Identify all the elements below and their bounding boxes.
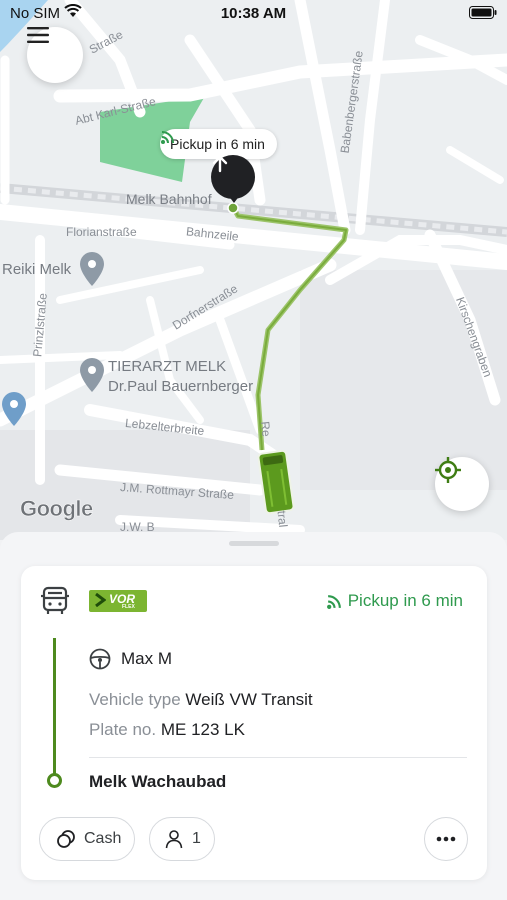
google-logo: Google bbox=[20, 496, 94, 522]
driver-name: Max M bbox=[121, 649, 172, 668]
place-label-reiki: Reiki Melk bbox=[2, 261, 72, 278]
battery-icon bbox=[469, 6, 497, 19]
plate-label: Plate no. bbox=[89, 720, 157, 739]
street-label: Florianstraße bbox=[66, 225, 137, 239]
status-time: 10:38 AM bbox=[220, 5, 287, 22]
place-label-tierarzt: TIERARZT MELK bbox=[108, 358, 227, 375]
locate-me-button[interactable] bbox=[435, 457, 489, 511]
vehicle-type-value: Weiß VW Transit bbox=[185, 690, 313, 709]
vehicle-type-row: Vehicle type Weiß VW Transit bbox=[89, 690, 313, 710]
pickup-eta: Pickup in 6 min bbox=[326, 591, 463, 611]
vehicle-type-label: Vehicle type bbox=[89, 690, 181, 709]
map-pickup-eta-label: Pickup in 6 min bbox=[170, 136, 265, 152]
hamburger-icon bbox=[27, 27, 49, 43]
live-signal-icon bbox=[326, 594, 341, 609]
divider bbox=[89, 757, 467, 758]
pickup-pin-tip bbox=[228, 195, 240, 203]
payment-method-label: Cash bbox=[84, 830, 122, 847]
sheet-drag-handle[interactable] bbox=[229, 541, 279, 546]
destination-label: Melk Wachaubad bbox=[89, 772, 227, 791]
place-label-tierarzt-name: Dr.Paul Bauernberger bbox=[108, 378, 254, 395]
arrow-up-icon bbox=[212, 155, 228, 173]
passenger-count-button[interactable]: 1 bbox=[149, 817, 215, 861]
plate-row: Plate no. ME 123 LK bbox=[89, 720, 245, 740]
street-label: Re bbox=[257, 420, 274, 438]
plate-value: ME 123 LK bbox=[160, 720, 245, 739]
map-canvas bbox=[0, 0, 507, 540]
ride-card: VOR FLEX Pickup in 6 min Max M Vehicle t… bbox=[21, 566, 487, 880]
crosshair-icon bbox=[435, 457, 461, 483]
payment-method-button[interactable]: Cash bbox=[39, 817, 135, 861]
person-icon bbox=[165, 830, 183, 849]
operator-logo: VOR FLEX bbox=[89, 590, 147, 612]
passenger-count: 1 bbox=[192, 830, 201, 847]
more-options-button[interactable] bbox=[424, 817, 468, 861]
street-label: Melk Bahnhof bbox=[126, 191, 212, 207]
menu-button[interactable] bbox=[27, 27, 83, 83]
driver-row: Max M bbox=[89, 648, 172, 670]
status-bar: No SIM 10:38 AM bbox=[0, 0, 507, 28]
more-horizontal-icon bbox=[436, 836, 456, 842]
live-signal-icon bbox=[161, 131, 174, 144]
pickup-location-pin[interactable] bbox=[211, 155, 255, 199]
steering-wheel-icon bbox=[89, 648, 111, 670]
destination-dot bbox=[47, 773, 62, 788]
bus-icon bbox=[41, 586, 69, 614]
chevron-right-icon bbox=[95, 593, 106, 607]
coins-icon bbox=[57, 830, 75, 848]
route-timeline bbox=[53, 638, 56, 774]
operator-logo-subtext: FLEX bbox=[122, 604, 135, 610]
street-label: tral bbox=[274, 509, 291, 529]
map-view[interactable]: Straße Abt Karl-Straße Babenbergerstraße… bbox=[0, 0, 507, 540]
pickup-eta-label: Pickup in 6 min bbox=[347, 591, 463, 610]
